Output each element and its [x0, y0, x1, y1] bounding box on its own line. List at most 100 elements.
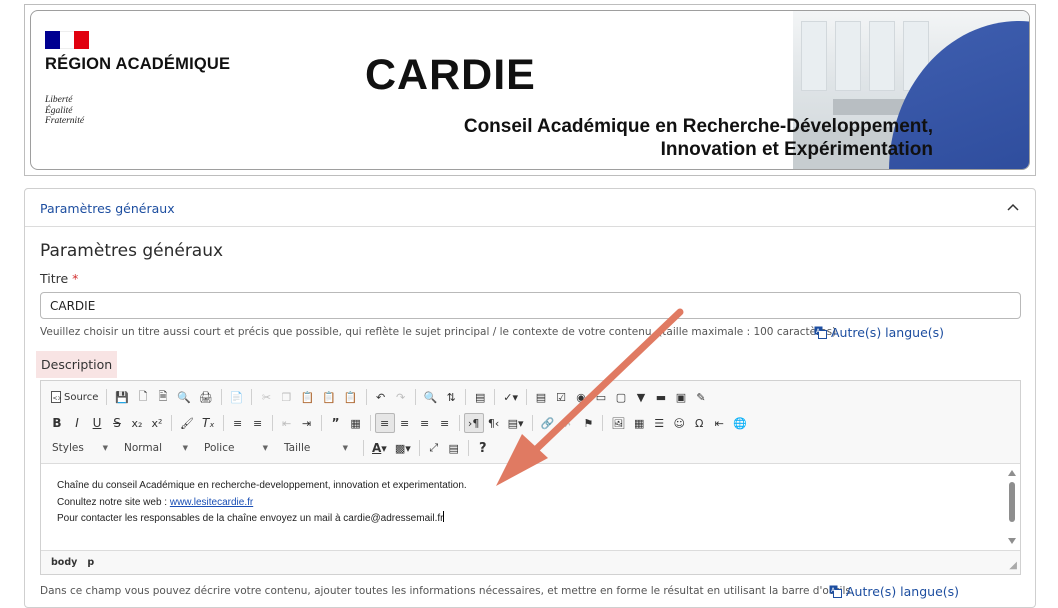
element-path-bar: body p	[51, 557, 94, 568]
blockquote-icon[interactable]: ”	[326, 413, 346, 433]
indent-icon[interactable]: ⇥	[297, 413, 317, 433]
print-icon[interactable]: 🖨	[195, 387, 217, 407]
checkbox-icon[interactable]: ☑	[551, 387, 571, 407]
table-icon[interactable]: ▦	[629, 413, 649, 433]
show-blocks-icon[interactable]: ▤	[444, 438, 464, 458]
button-field-icon[interactable]: ▬	[651, 387, 671, 407]
radio-icon[interactable]: ◉	[571, 387, 591, 407]
strikethrough-icon[interactable]: S	[107, 413, 127, 433]
undo-icon[interactable]: ↶	[371, 387, 391, 407]
remove-format-icon[interactable]: Tₓ	[198, 413, 219, 433]
editor-scrollbar[interactable]	[1004, 464, 1020, 550]
text-color-icon[interactable]: A ▾	[368, 438, 391, 458]
titre-input[interactable]	[40, 292, 1021, 319]
align-right-icon[interactable]: ≡	[415, 413, 435, 433]
underline-icon[interactable]: U	[87, 413, 107, 433]
required-mark: *	[72, 271, 79, 286]
text-cursor	[443, 511, 445, 522]
image-button-icon[interactable]: ▣	[671, 387, 691, 407]
rich-text-editor: <> Source 💾 🗋 🗎 🔍 🖨 📄 ✂ ❐ 📋 📋 📋 ↶ ↷ 🔍 ⇅	[40, 380, 1021, 575]
titre-help-text: Veuillez choisir un titre aussi court et…	[40, 326, 837, 338]
background-color-icon[interactable]: ▩▾	[391, 438, 415, 458]
select-field-icon[interactable]: ▼	[631, 387, 651, 407]
toolbar-row-2: B I U S x₂ x² 🖌 Tₓ ≡ ≡ ⇤ ⇥ ” ▦ ≡ ≡ ≡ ≡ ›…	[47, 412, 751, 434]
align-left-icon[interactable]: ≡	[374, 413, 395, 433]
superscript-icon[interactable]: x²	[147, 413, 167, 433]
smiley-icon[interactable]: ☺	[669, 413, 689, 433]
align-justify-icon[interactable]: ≡	[435, 413, 455, 433]
form-icon[interactable]: ▤	[531, 387, 551, 407]
editor-content-area[interactable]: Chaîne du conseil Académique en recherch…	[41, 463, 1020, 551]
language-icon[interactable]: ▤▾	[504, 413, 528, 433]
templates-icon[interactable]: 📄	[226, 387, 248, 407]
bulleted-list-icon[interactable]: ≡	[248, 413, 268, 433]
dropdown-caret-icon: ▼	[102, 444, 108, 452]
dropdown-caret-icon: ▼	[182, 444, 188, 452]
paste-word-icon[interactable]: 📋	[340, 387, 362, 407]
scroll-down-icon	[1008, 538, 1016, 544]
align-center-icon[interactable]: ≡	[395, 413, 415, 433]
cut-icon[interactable]: ✂	[256, 387, 276, 407]
description-help-text: Dans ce champ vous pouvez décrire votre …	[40, 585, 855, 597]
copy-icon[interactable]: ❐	[276, 387, 296, 407]
site-banner: RÉGION ACADÉMIQUE Liberté Égalité Frater…	[30, 10, 1030, 170]
copy-format-icon[interactable]: 🖌	[176, 413, 198, 433]
div-container-icon[interactable]: ▦	[346, 413, 366, 433]
save-icon[interactable]: 💾	[111, 387, 133, 407]
select-all-icon[interactable]: ▤	[470, 387, 490, 407]
replace-icon[interactable]: ⇅	[441, 387, 461, 407]
outdent-icon[interactable]: ⇤	[277, 413, 297, 433]
website-link[interactable]: www.lesitecardie.fr	[170, 497, 253, 508]
image-icon[interactable]: 🖼	[607, 413, 629, 433]
styles-dropdown[interactable]: Styles ▼	[47, 438, 113, 458]
hidden-field-icon[interactable]: ✎	[691, 387, 711, 407]
dropdown-caret-icon: ▼	[262, 444, 268, 452]
chevron-up-icon[interactable]	[1005, 199, 1021, 215]
spellcheck-icon[interactable]: ✓▾	[499, 387, 522, 407]
redo-icon[interactable]: ↷	[391, 387, 411, 407]
size-dropdown[interactable]: Taille ▼	[279, 438, 353, 458]
text-direction-rtl-icon[interactable]: ¶‹	[484, 413, 504, 433]
unlink-icon[interactable]: ✗	[558, 413, 578, 433]
scroll-up-icon	[1008, 470, 1016, 476]
titre-other-languages-link[interactable]: A Autre(s) langue(s)	[814, 325, 944, 340]
horizontal-line-icon[interactable]: ☰	[649, 413, 669, 433]
scroll-thumb	[1009, 482, 1015, 522]
panel-header[interactable]: Paramètres généraux	[25, 189, 1035, 227]
source-button[interactable]: <> Source	[47, 387, 102, 407]
site-title: CARDIE	[365, 51, 536, 99]
resize-handle-icon[interactable]: ◢	[1009, 560, 1017, 571]
italic-icon[interactable]: I	[67, 413, 87, 433]
path-body[interactable]: body	[51, 557, 77, 568]
help-button[interactable]: ?	[473, 438, 493, 458]
general-settings-panel: Paramètres généraux Paramètres généraux …	[24, 188, 1036, 608]
pdf-icon[interactable]: 🗎	[153, 387, 173, 407]
bold-icon[interactable]: B	[47, 413, 67, 433]
find-icon[interactable]: 🔍	[420, 387, 442, 407]
description-other-languages-link[interactable]: A Autre(s) langue(s)	[829, 584, 959, 599]
page-break-icon[interactable]: ⇤	[709, 413, 729, 433]
link-icon[interactable]: 🔗	[537, 413, 559, 433]
marianne-flag-logo	[45, 31, 90, 49]
format-dropdown[interactable]: Normal ▼	[119, 438, 193, 458]
font-dropdown[interactable]: Police ▼	[199, 438, 273, 458]
site-banner-frame: RÉGION ACADÉMIQUE Liberté Égalité Frater…	[24, 4, 1036, 176]
subscript-icon[interactable]: x₂	[127, 413, 147, 433]
textfield-icon[interactable]: ▭	[591, 387, 611, 407]
preview-icon[interactable]: 🔍	[173, 387, 195, 407]
maximize-icon[interactable]: ⤢	[424, 438, 444, 458]
republic-motto: Liberté Égalité Fraternité	[45, 95, 85, 126]
paste-text-icon[interactable]: 📋	[318, 387, 340, 407]
numbered-list-icon[interactable]: ≡	[228, 413, 248, 433]
paste-icon[interactable]: 📋	[296, 387, 318, 407]
path-p[interactable]: p	[87, 557, 94, 568]
text-direction-ltr-icon[interactable]: ›¶	[463, 413, 484, 433]
anchor-flag-icon[interactable]: ⚑	[578, 413, 598, 433]
iframe-globe-icon[interactable]: 🌐	[729, 413, 751, 433]
translate-icon: A	[829, 585, 842, 598]
textarea-icon[interactable]: ▢	[611, 387, 631, 407]
content-line-2: Conultez notre site web : www.lesitecard…	[57, 496, 254, 508]
region-academique-label: RÉGION ACADÉMIQUE	[45, 55, 231, 73]
special-char-icon[interactable]: Ω	[689, 413, 709, 433]
new-page-icon[interactable]: 🗋	[133, 387, 153, 407]
